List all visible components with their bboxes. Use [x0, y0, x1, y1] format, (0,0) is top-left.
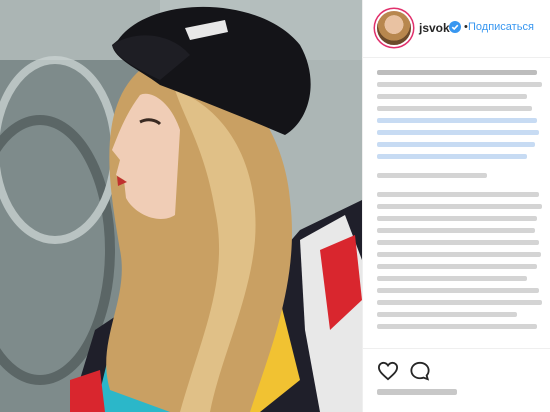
hashtag-line[interactable]	[377, 142, 535, 147]
comment-line	[377, 324, 537, 329]
post-actions	[363, 348, 550, 412]
comment-line	[377, 288, 539, 293]
comment-line	[377, 240, 539, 245]
post-photo[interactable]	[0, 0, 362, 412]
caption-line	[377, 70, 537, 75]
comment-line	[377, 276, 527, 281]
comment-line	[377, 228, 535, 233]
comments-list	[377, 70, 543, 336]
comment-icon[interactable]	[409, 361, 431, 381]
photo-illustration	[0, 0, 362, 412]
post-header: jsvok • Подписаться	[363, 0, 550, 58]
comment-line	[377, 264, 537, 269]
translation-link[interactable]	[377, 173, 487, 178]
comment-line	[377, 312, 517, 317]
instagram-post-view: jsvok • Подписаться	[0, 0, 550, 412]
caption-line	[377, 106, 532, 111]
hashtag-line[interactable]	[377, 118, 537, 123]
caption-line	[377, 94, 527, 99]
verified-badge-icon	[449, 21, 461, 33]
caption-line	[377, 82, 542, 87]
comment-line	[377, 216, 537, 221]
hashtag-line[interactable]	[377, 154, 527, 159]
likes-count[interactable]	[377, 389, 457, 395]
comment-line	[377, 204, 542, 209]
follow-button[interactable]: Подписаться	[468, 21, 534, 33]
post-sidebar: jsvok • Подписаться	[362, 0, 550, 412]
hashtag-line[interactable]	[377, 130, 539, 135]
comment-line	[377, 300, 542, 305]
comment-line	[377, 252, 541, 257]
heart-icon[interactable]	[377, 361, 399, 381]
comment-line	[377, 192, 539, 197]
username-link[interactable]: jsvok	[419, 21, 450, 35]
avatar[interactable]	[377, 11, 411, 45]
